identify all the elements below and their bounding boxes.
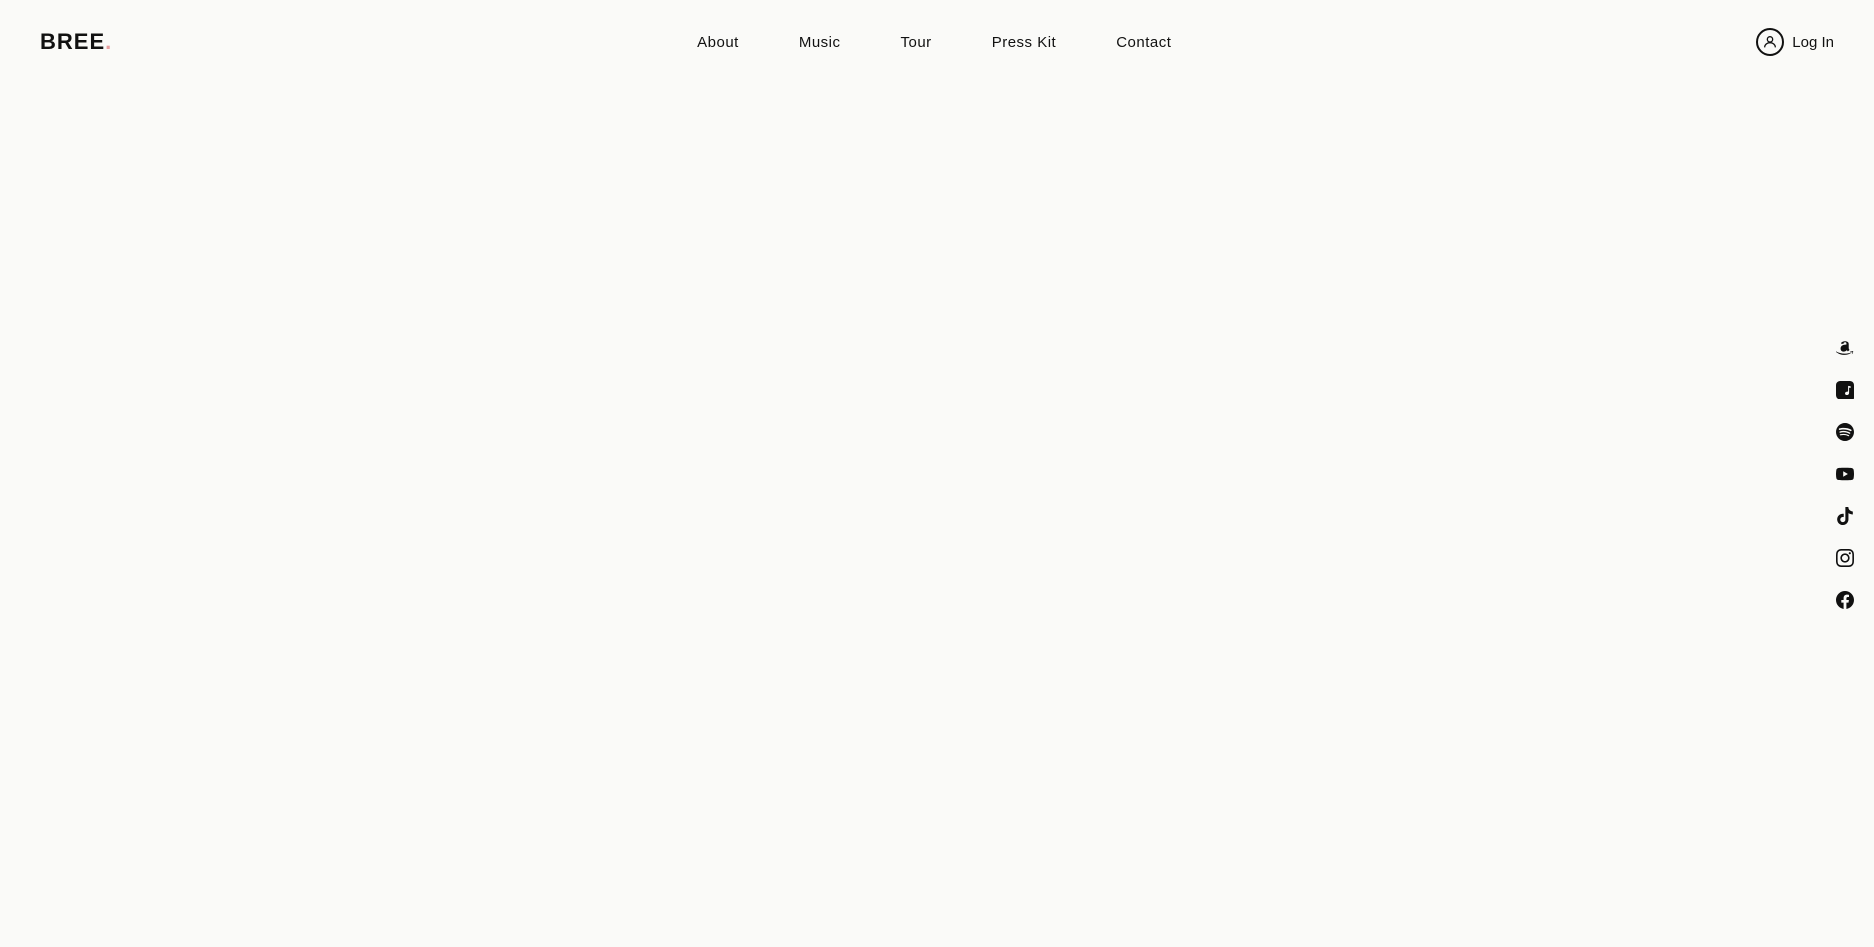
social-sidebar [1834, 337, 1856, 611]
nav-about[interactable]: About [697, 34, 739, 51]
site-logo[interactable]: BREE. [40, 29, 112, 55]
site-header: BREE. About Music Tour Press Kit Contact… [0, 0, 1874, 84]
logo-text: BREE [40, 29, 105, 54]
instagram-icon[interactable] [1834, 547, 1856, 569]
logo-dot: . [105, 29, 112, 54]
amazon-music-icon[interactable] [1834, 337, 1856, 359]
facebook-icon[interactable] [1834, 589, 1856, 611]
tiktok-icon[interactable] [1834, 505, 1856, 527]
youtube-icon[interactable] [1834, 463, 1856, 485]
login-button[interactable]: Log In [1756, 28, 1834, 56]
main-content [0, 84, 1874, 947]
nav-tour[interactable]: Tour [901, 34, 932, 51]
nav-music[interactable]: Music [799, 34, 841, 51]
nav-contact[interactable]: Contact [1116, 34, 1171, 51]
apple-music-icon[interactable] [1834, 379, 1856, 401]
user-icon [1756, 28, 1784, 56]
nav-press-kit[interactable]: Press Kit [992, 34, 1057, 51]
spotify-icon[interactable] [1834, 421, 1856, 443]
main-nav: About Music Tour Press Kit Contact [697, 34, 1171, 51]
login-label: Log In [1792, 34, 1834, 51]
